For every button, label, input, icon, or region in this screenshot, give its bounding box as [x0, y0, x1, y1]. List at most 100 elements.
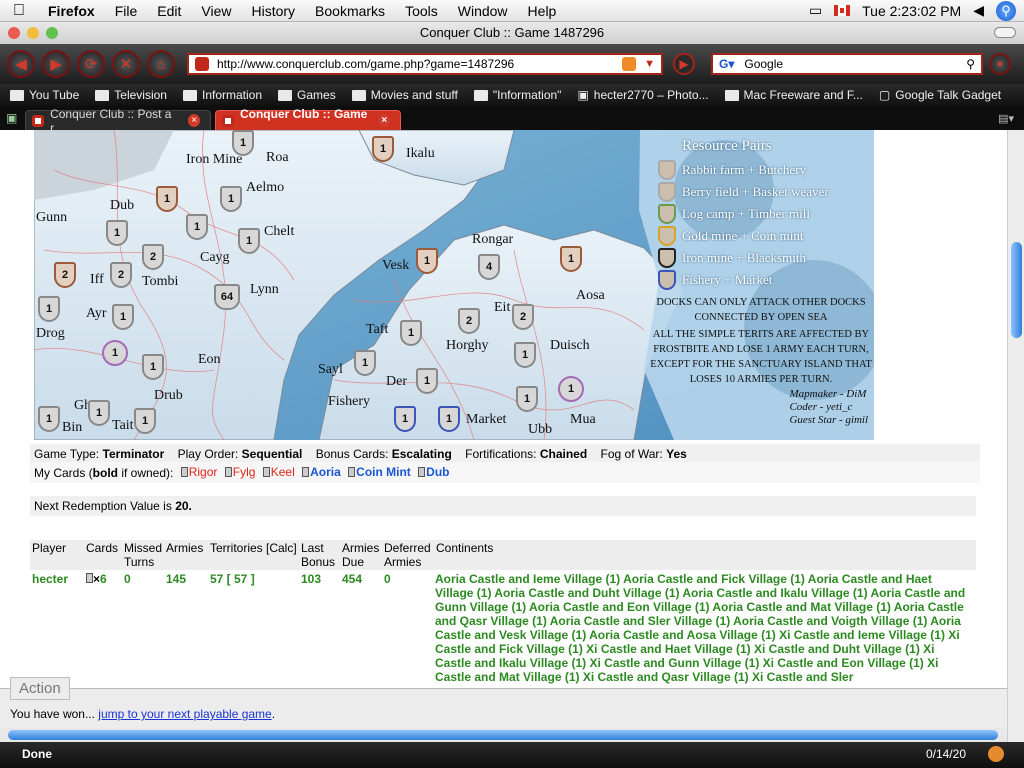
territory-der[interactable]: Der	[386, 374, 407, 390]
army-iron-mine[interactable]: 1	[156, 186, 178, 212]
apple-menu-icon[interactable]: 	[0, 2, 38, 20]
vertical-scrollbar[interactable]	[1007, 130, 1024, 742]
territory-market[interactable]: Market	[466, 412, 506, 428]
scrollbar-thumb[interactable]	[8, 730, 998, 740]
territory-aosa[interactable]: Aosa	[576, 288, 605, 304]
menu-view[interactable]: View	[191, 3, 241, 19]
menu-clock[interactable]: Tue 2:23:02 PM	[862, 3, 961, 19]
card-dub[interactable]: Dub	[418, 465, 449, 479]
horizontal-scrollbar[interactable]	[0, 728, 1007, 742]
army-ubb[interactable]: 1	[516, 386, 538, 412]
next-game-link[interactable]: jump to your next playable game	[98, 707, 271, 721]
territory-tombi[interactable]: Tombi	[142, 274, 178, 290]
territory-lynn[interactable]: Lynn	[250, 282, 279, 298]
territory-duisch[interactable]: Duisch	[550, 338, 590, 354]
tab-game[interactable]: Conquer Club :: Game ... ×	[215, 107, 402, 135]
firefox-addon-icon[interactable]	[988, 746, 1004, 762]
spotlight-icon[interactable]: ⚲	[996, 0, 1016, 21]
game-map[interactable]: Roa Ikalu Iron Mine Aelmo Dub Gunn Chelt…	[34, 130, 874, 440]
menu-window[interactable]: Window	[448, 3, 518, 19]
army-drog[interactable]: 1	[38, 296, 60, 322]
card-keel[interactable]: Keel	[262, 465, 295, 479]
bookmark-information-quoted[interactable]: "Information"	[473, 88, 561, 102]
army-duisch[interactable]: 1	[514, 342, 536, 368]
army-gunn[interactable]: 1	[186, 214, 208, 240]
army-ghyr[interactable]: 1	[38, 406, 60, 432]
territory-vesk[interactable]: Vesk	[382, 258, 409, 274]
bookmark-google-talk[interactable]: ▢ Google Talk Gadget	[879, 88, 1001, 102]
territory-drub[interactable]: Drub	[154, 388, 183, 404]
bookmark-movies[interactable]: Movies and stuff	[351, 88, 458, 102]
url-text[interactable]: http://www.conquerclub.com/game.php?game…	[217, 57, 622, 71]
army-vesk[interactable]: 1	[416, 248, 438, 274]
close-tab-icon[interactable]: ×	[378, 114, 391, 127]
territory-horghy[interactable]: Horghy	[446, 338, 489, 354]
display-icon[interactable]: ▭	[809, 2, 822, 19]
territory-eit[interactable]: Eit	[494, 300, 510, 316]
menu-help[interactable]: Help	[518, 3, 567, 19]
army-taft[interactable]: 1	[400, 320, 422, 346]
territory-aelmo[interactable]: Aelmo	[246, 180, 284, 196]
army-cayg[interactable]: 2	[142, 244, 164, 270]
scrollbar-thumb[interactable]	[1011, 242, 1022, 338]
army-drub[interactable]: 1	[102, 340, 128, 366]
territory-chelt[interactable]: Chelt	[264, 224, 294, 240]
territory-dub[interactable]: Dub	[110, 198, 134, 214]
go-button[interactable]: ▶	[673, 53, 695, 75]
menu-tools[interactable]: Tools	[395, 3, 448, 19]
territory-ikalu[interactable]: Ikalu	[406, 146, 435, 162]
army-roa[interactable]: 1	[232, 130, 254, 156]
territory-roa[interactable]: Roa	[266, 150, 289, 166]
bookmark-photos[interactable]: ▣ hecter2770 – Photo...	[577, 88, 708, 102]
addon-button[interactable]: ●	[989, 53, 1011, 75]
reload-button[interactable]: ⟳	[77, 50, 105, 78]
army-bin[interactable]: 1	[88, 400, 110, 426]
address-bar[interactable]: http://www.conquerclub.com/game.php?game…	[187, 53, 663, 75]
territory-sayl[interactable]: Sayl	[318, 362, 343, 378]
army-ikalu[interactable]: 1	[372, 136, 394, 162]
card-fylg[interactable]: Fylg	[224, 465, 255, 479]
territory-ubb[interactable]: Ubb	[528, 422, 552, 438]
search-box[interactable]: G▾ Google ⚲	[711, 53, 983, 75]
search-icon[interactable]: ⚲	[966, 57, 975, 71]
army-eit[interactable]: 2	[512, 304, 534, 330]
tab-post-a-reply[interactable]: Conquer Club :: Post a r... ×	[25, 107, 212, 135]
bookmark-television[interactable]: Television	[95, 88, 167, 102]
rss-tab-icon[interactable]: ▣	[6, 111, 17, 125]
google-engine-icon[interactable]: G▾	[719, 57, 734, 71]
minimize-window-button[interactable]	[27, 27, 39, 39]
army-horghy[interactable]: 2	[458, 308, 480, 334]
bookmark-information[interactable]: Information	[182, 88, 262, 102]
territory-fishery[interactable]: Fishery	[328, 394, 370, 410]
army-dub[interactable]: 1	[106, 220, 128, 246]
menu-app-name[interactable]: Firefox	[38, 3, 105, 19]
army-tait[interactable]: 1	[134, 408, 156, 434]
input-flag-icon[interactable]	[834, 5, 851, 16]
tab-list-icon[interactable]: ▤▾	[998, 112, 1014, 125]
army-fishery[interactable]: 1	[394, 406, 416, 432]
army-lynn[interactable]: 64	[214, 284, 240, 310]
menu-edit[interactable]: Edit	[147, 3, 191, 19]
army-tombi[interactable]: 2	[54, 262, 76, 288]
territory-eon[interactable]: Eon	[198, 352, 221, 368]
territory-drog[interactable]: Drog	[36, 326, 65, 342]
army-rongar[interactable]: 4	[478, 254, 500, 280]
stop-button[interactable]: ✕	[112, 50, 140, 78]
zoom-window-button[interactable]	[46, 27, 58, 39]
bookmark-you-tube[interactable]: You Tube	[10, 88, 79, 102]
territory-cayg[interactable]: Cayg	[200, 250, 230, 266]
player-name[interactable]: hecter	[32, 572, 68, 586]
menu-file[interactable]: File	[105, 3, 148, 19]
toolbar-toggle-button[interactable]	[994, 27, 1016, 38]
bookmark-mac-freeware[interactable]: Mac Freeware and F...	[724, 88, 863, 102]
territory-mua[interactable]: Mua	[570, 412, 596, 428]
bookmark-games[interactable]: Games	[278, 88, 336, 102]
menu-bookmarks[interactable]: Bookmarks	[305, 3, 395, 19]
army-der[interactable]: 1	[416, 368, 438, 394]
back-button[interactable]: ◀	[7, 50, 35, 78]
territory-ayr[interactable]: Ayr	[86, 306, 107, 322]
army-aelmo[interactable]: 1	[220, 186, 242, 212]
territory-iff[interactable]: Iff	[90, 272, 104, 288]
army-market[interactable]: 1	[438, 406, 460, 432]
territory-gunn[interactable]: Gunn	[36, 210, 67, 226]
